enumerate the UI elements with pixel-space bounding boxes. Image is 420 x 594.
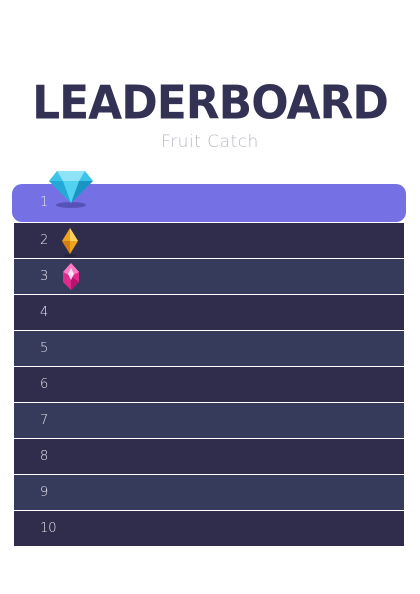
leaderboard-row-5[interactable]: 5 [14,331,404,366]
rank-number: 9 [40,485,49,500]
rank-number: 6 [40,377,49,392]
leaderboard-row-7[interactable]: 7 [14,403,404,438]
leaderboard-screen: LEADERBOARD Fruit Catch 1 2 3 4 5 6 7 8 … [0,0,420,594]
rank-number: 10 [40,521,57,536]
leaderboard-row-4[interactable]: 4 [14,295,404,330]
rank-number: 8 [40,449,49,464]
leaderboard-row-8[interactable]: 8 [14,439,404,474]
leaderboard-row-3[interactable]: 3 [14,259,404,294]
page-title: LEADERBOARD [32,76,389,131]
leaderboard-row-2[interactable]: 2 [14,223,404,258]
pink-gem-icon [63,263,79,290]
leaderboard-row-10[interactable]: 10 [14,511,404,546]
rank-number: 7 [40,413,49,428]
orange-gem-icon [62,228,78,257]
diamond-icon [49,171,93,208]
leaderboard-row-9[interactable]: 9 [14,475,404,510]
leaderboard-row-1[interactable]: 1 [12,171,406,222]
leaderboard-list: 1 2 3 4 5 6 7 8 9 10 [12,171,406,547]
rank-number: 2 [40,233,49,248]
rank-number: 3 [40,269,49,284]
game-name: Fruit Catch [161,132,259,152]
rank-number: 4 [40,305,49,320]
leaderboard-row-6[interactable]: 6 [14,367,404,402]
rank-number: 5 [40,341,49,356]
